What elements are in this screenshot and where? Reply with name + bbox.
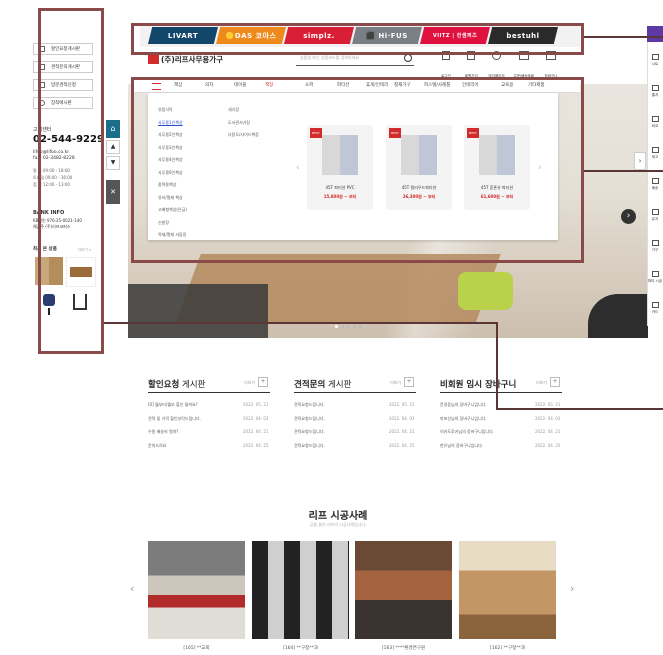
highlight-left-panel [38, 8, 104, 354]
hero-next-button[interactable]: › [621, 209, 636, 224]
case-image[interactable] [148, 541, 245, 639]
close-panel-button[interactable]: ✕ [106, 180, 120, 204]
right-sidebar-item[interactable]: 파티 시공 [647, 271, 663, 284]
case-image[interactable] [355, 541, 452, 639]
sidebar-item-label: 시트 [651, 62, 659, 66]
sidebar-item-icon [651, 54, 659, 60]
cases-title: 리프 시공사례 [308, 511, 368, 522]
slide-dots[interactable] [335, 325, 362, 328]
board-post-title[interactable]: 한유님의 장바구니입니다. [440, 443, 483, 449]
connector-line [584, 170, 663, 172]
highlight-mega-menu [131, 77, 584, 263]
right-sidebar-item[interactable]: 시트 [647, 54, 663, 67]
sidebar-item-icon [651, 209, 659, 215]
search-icon[interactable] [404, 54, 412, 62]
cases-subtitle: 공을 들인 리프의 시공사례입니다. [309, 522, 367, 527]
board-post-date: 2022. 04. 25 [243, 442, 269, 448]
sidebar-item-icon [651, 178, 659, 184]
case-caption[interactable]: [165] **교회 [148, 645, 245, 651]
right-sidebar-item[interactable]: 비교 [647, 116, 663, 129]
case-caption[interactable]: [163] ****환경연구원 [355, 645, 452, 651]
board-post-title[interactable]: 견적 및 가격 할인부탁드립니다. [148, 416, 201, 422]
sidebar-item-label: 재고 [651, 155, 659, 159]
sidebar-item-icon [651, 116, 659, 122]
board-post-date: 2022. 04. 25 [535, 442, 561, 448]
board-post-date: 2022. 04. 21 [389, 429, 415, 434]
logo-mark-icon [148, 55, 159, 64]
sidebar-item-icon [651, 85, 659, 91]
right-sidebar-toggle[interactable]: › [634, 152, 646, 170]
sidebar-item-icon [651, 271, 659, 277]
scroll-down-button[interactable]: ▼ [106, 156, 120, 170]
board-post-date: 2022. 05. 21 [243, 402, 269, 407]
board-post-date: 2022. 04. 21 [535, 429, 561, 434]
board-post-title[interactable]: 문경동님의 장바구니입니다. [440, 402, 487, 408]
board-post-title[interactable]: 이카도루키님의 장바구니입니다. [440, 429, 494, 435]
search-placeholder: 상품명 또는 상품코드를 검색하세요 [300, 55, 360, 60]
right-sidebar-item[interactable]: 즐겨 [647, 85, 663, 98]
board-divider [294, 392, 416, 393]
board-post-date: 2022. 04. 25 [389, 442, 415, 448]
sidebar-item-label: 가구 [651, 248, 659, 252]
plus-icon[interactable]: + [550, 377, 560, 387]
board-more-link[interactable]: 더보기 [536, 380, 547, 386]
board-post-date: 2022. 04. 03 [535, 415, 561, 421]
board-post-title[interactable]: 마포산님의 장바구니입니다. [440, 416, 487, 422]
right-sidebar-item[interactable]: 재고 [647, 147, 663, 160]
case-caption[interactable]: [164] **구청**과 [252, 645, 349, 651]
sidebar-item-label: 비교 [651, 124, 659, 128]
board-more-link[interactable]: 더보기 [244, 380, 255, 386]
board-divider [148, 392, 270, 393]
highlight-brand-bar [131, 23, 584, 55]
board-post-title[interactable]: 견적요청드립니다. [294, 443, 325, 449]
board-more-link[interactable]: 더보기 [390, 380, 401, 386]
right-sidebar-item[interactable]: 배송 [647, 178, 663, 191]
case-image[interactable] [459, 541, 556, 639]
board-post-date: 2022. 04. 03 [243, 415, 269, 421]
cases-prev-icon[interactable]: ‹ [130, 582, 134, 595]
sidebar-item-icon [651, 240, 659, 246]
cases-next-icon[interactable]: › [570, 582, 574, 595]
right-sidebar-item[interactable]: 카드 [647, 302, 663, 315]
plus-icon[interactable]: + [404, 377, 414, 387]
board-post-title[interactable]: 견적요청드립니다. [294, 402, 325, 408]
board-post-date: 2022. 05. 21 [389, 402, 415, 407]
right-sidebar-item[interactable]: 가구 [647, 240, 663, 253]
connector-line [584, 36, 663, 38]
board-post-date: 2022. 04. 21 [243, 429, 269, 434]
sidebar-item-icon [651, 302, 659, 308]
sidebar-item-label: 파티 시공 [648, 279, 662, 283]
board-post-title[interactable]: 견적요청드립니다. [294, 416, 325, 422]
board-post-title[interactable]: 수원 배송비 얼마? [148, 429, 178, 435]
case-caption[interactable]: [162] **구청**과 [459, 645, 556, 651]
board-title[interactable]: 견적문의 게시판 [294, 378, 351, 390]
plus-icon[interactable]: + [258, 377, 268, 387]
sidebar-item-label: 유지 [651, 217, 659, 221]
board-title[interactable]: 비회원 임시 장바구니 [440, 378, 516, 390]
right-sidebar-top [647, 26, 663, 42]
board-post-title[interactable]: [0] 월부터/월부 할인 될까요? [148, 402, 198, 408]
right-sidebar-item[interactable]: 유지 [647, 209, 663, 222]
board-title[interactable]: 할인요청 게시판 [148, 378, 205, 390]
sidebar-item-icon [651, 147, 659, 153]
board-post-title[interactable]: 견적요청드립니다. [294, 429, 325, 435]
board-post-date: 2022. 05. 21 [535, 402, 561, 407]
sidebar-item-label: 즐겨 [651, 93, 659, 97]
sidebar-item-label: 카드 [651, 310, 659, 314]
logo-text: (주)리프사무용가구 [161, 55, 224, 64]
logo[interactable]: (주)리프사무용가구 [148, 54, 223, 65]
board-post-date: 2022. 04. 03 [389, 415, 415, 421]
connector-line [104, 322, 498, 324]
connector-line [496, 408, 663, 410]
connector-line [496, 322, 498, 410]
home-button[interactable]: ⌂ [106, 120, 120, 138]
case-image[interactable] [252, 541, 349, 639]
scroll-up-button[interactable]: ▲ [106, 140, 120, 154]
board-divider [440, 392, 562, 393]
board-post-title[interactable]: 문의드려요 [148, 443, 166, 449]
sidebar-item-label: 배송 [651, 186, 659, 190]
